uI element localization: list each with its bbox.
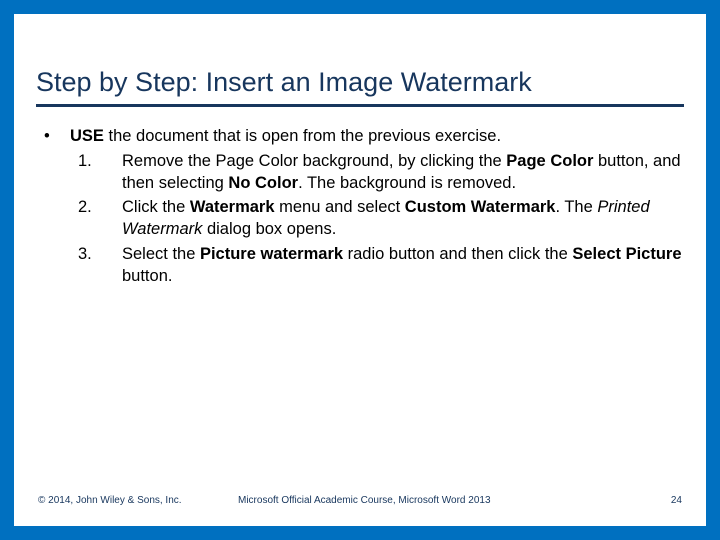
number-text: Click the Watermark menu and select Cust… [122,196,684,241]
slide-content: • USE the document that is open from the… [36,125,684,287]
footer-copyright: © 2014, John Wiley & Sons, Inc. [38,495,238,506]
text-run: Custom Watermark [405,198,556,216]
numbered-list: 1.Remove the Page Color background, by c… [78,150,684,288]
text-run: No Color [228,174,298,192]
text-run: menu and select [275,198,405,216]
bullet-lead-rest: the document that is open from the previ… [104,127,501,145]
footer-page-number: 24 [642,495,682,506]
number-text: Remove the Page Color background, by cli… [122,150,684,195]
text-run: Remove the Page Color background, by cli… [122,152,506,170]
slide-footer: © 2014, John Wiley & Sons, Inc. Microsof… [38,495,682,506]
text-run: Picture watermark [200,245,343,263]
text-run: Page Color [506,152,593,170]
text-run: Click the [122,198,190,216]
footer-course: Microsoft Official Academic Course, Micr… [238,495,642,506]
text-run: radio button and then click the [343,245,572,263]
bullet-mark: • [44,125,70,147]
bullet-lead-bold: USE [70,127,104,145]
text-run: Select the [122,245,200,263]
text-run: button. [122,267,172,285]
text-run: Select Picture [572,245,681,263]
number-text: Select the Picture watermark radio butto… [122,243,684,288]
slide-inner: Step by Step: Insert an Image Watermark … [14,14,706,526]
numbered-item: 1.Remove the Page Color background, by c… [78,150,684,195]
number-mark: 3. [78,243,122,288]
number-mark: 2. [78,196,122,241]
slide-title: Step by Step: Insert an Image Watermark [36,66,684,107]
numbered-item: 3.Select the Picture watermark radio but… [78,243,684,288]
text-run: . The background is removed. [298,174,516,192]
bullet-text: USE the document that is open from the p… [70,125,501,147]
text-run: Watermark [190,198,275,216]
text-run: . The [555,198,597,216]
slide-frame: Step by Step: Insert an Image Watermark … [0,0,720,540]
text-run: dialog box opens. [202,220,336,238]
numbered-item: 2.Click the Watermark menu and select Cu… [78,196,684,241]
bullet-item: • USE the document that is open from the… [44,125,684,147]
number-mark: 1. [78,150,122,195]
